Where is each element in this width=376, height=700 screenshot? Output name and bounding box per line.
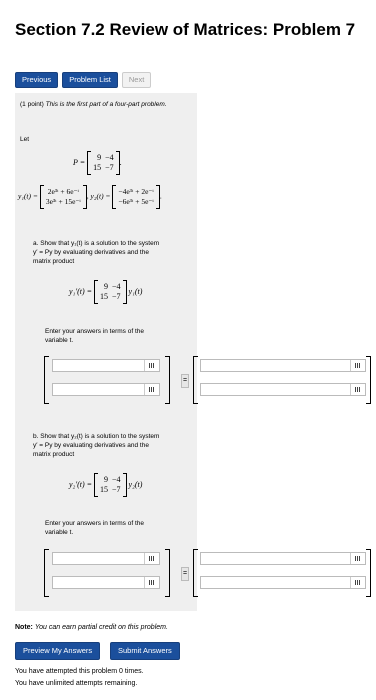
y2-label: y₂(t) = [90,191,111,201]
answer-a-right-row1-input[interactable] [200,359,366,372]
answer-b-right-bracket [165,549,170,597]
p-cell: 9 [104,282,109,291]
p-cell: −7 [112,292,121,301]
note-label: Note: [15,624,33,631]
note-text: You can earn partial credit on this prob… [34,624,168,631]
equation-editor-icon[interactable] [350,360,365,371]
problem-nav: Previous Problem List Next [15,72,152,88]
equation-editor-icon[interactable] [144,577,159,588]
y1-entry: 2e³ᵗ + 6e⁻ᵗ [47,187,79,196]
equals-sign: = [181,374,189,388]
page-title: Section 7.2 Review of Matrices: Problem … [15,20,356,39]
p-definition: P = 9 15 −4 −7 . [73,151,122,175]
answer-b-right-row1-input[interactable] [200,552,366,565]
problem-intro: (1 point) This is the first part of a fo… [20,100,190,109]
answer-b-left-row2-input[interactable] [52,576,160,589]
problem-list-button[interactable]: Problem List [62,72,118,88]
part-a-equation: y₁′(t) = 9 15 −4 −7 y₁(t) [69,280,142,304]
y2-entry: −4e³ᵗ + 2e⁻ᵗ [118,187,154,196]
p-cell: −7 [112,485,121,494]
partial-credit-note: Note: You can earn partial credit on thi… [15,624,168,631]
p-cell: −4 [112,475,121,484]
answer-b-left-bracket [193,549,198,597]
answer-a-right-bracket [366,356,371,404]
answer-a-left-bracket [44,356,49,404]
part-b-equation: y₂′(t) = 9 15 −4 −7 y₂(t) [69,473,142,497]
attempts-remaining: You have unlimited attempts remaining. [15,680,138,687]
part-a-rhs: y₁(t) [128,286,143,296]
p-cell: 15 [100,485,109,494]
answer-b-left-row1-input[interactable] [52,552,160,565]
equation-editor-icon[interactable] [350,577,365,588]
intro-text: This is the first part of a four-part pr… [45,101,167,108]
part-b-rhs: y₂(t) [128,479,143,489]
p-cell: −7 [105,163,114,172]
answer-b-right-row2-input[interactable] [200,576,366,589]
attempts-status: You have attempted this problem 0 times. [15,668,144,675]
part-a-instructions: Enter your answers in terms of the varia… [45,328,144,344]
next-button[interactable]: Next [121,72,152,88]
y-vectors: y₁(t) = 2e³ᵗ + 6e⁻ᵗ 3e³ᵗ + 15e⁻ᵗ , y₂(t) … [18,185,162,209]
p-col-2: −4 −7 [103,153,116,173]
part-a-lhs: y₁′(t) = [69,286,93,296]
let-label: Let [20,136,30,143]
part-b-lhs: y₂′(t) = [69,479,93,489]
p-cell: 15 [100,292,109,301]
answer-a-right-row2-input[interactable] [200,383,366,396]
y1-label: y₁(t) = [18,191,38,201]
p-cell: 9 [97,153,102,162]
y1-entry: 3e³ᵗ + 15e⁻ᵗ [45,197,81,206]
p-cell: −4 [112,282,121,291]
problem-panel: (1 point) This is the first part of a fo… [15,93,197,611]
p-label: P = [73,157,86,167]
answer-b-right-bracket [366,549,371,597]
equation-editor-icon[interactable] [350,553,365,564]
answer-b-left-bracket [44,549,49,597]
p-cell: −4 [105,153,114,162]
equation-editor-icon[interactable] [350,384,365,395]
answer-a-right-bracket [165,356,170,404]
part-b-instructions: Enter your answers in terms of the varia… [45,520,144,536]
p-col-1: 9 15 [91,153,103,173]
p-cell: 9 [104,475,109,484]
points-label: (1 point) [20,101,44,108]
equation-editor-icon[interactable] [144,384,159,395]
y2-entry: −6e³ᵗ + 5e⁻ᵗ [118,197,154,206]
equals-sign: = [181,567,189,581]
equation-editor-icon[interactable] [144,360,159,371]
equation-editor-icon[interactable] [144,553,159,564]
answer-a-left-row2-input[interactable] [52,383,160,396]
preview-answers-button[interactable]: Preview My Answers [15,642,101,660]
submit-answers-button[interactable]: Submit Answers [110,642,180,660]
p-cell: 15 [93,163,102,172]
previous-button[interactable]: Previous [15,72,59,88]
answer-a-left-bracket [193,356,198,404]
part-b-text: b. Show that y₂(t) is a solution to the … [33,433,160,458]
answer-a-left-row1-input[interactable] [52,359,160,372]
part-a-text: a. Show that y₁(t) is a solution to the … [33,240,160,265]
